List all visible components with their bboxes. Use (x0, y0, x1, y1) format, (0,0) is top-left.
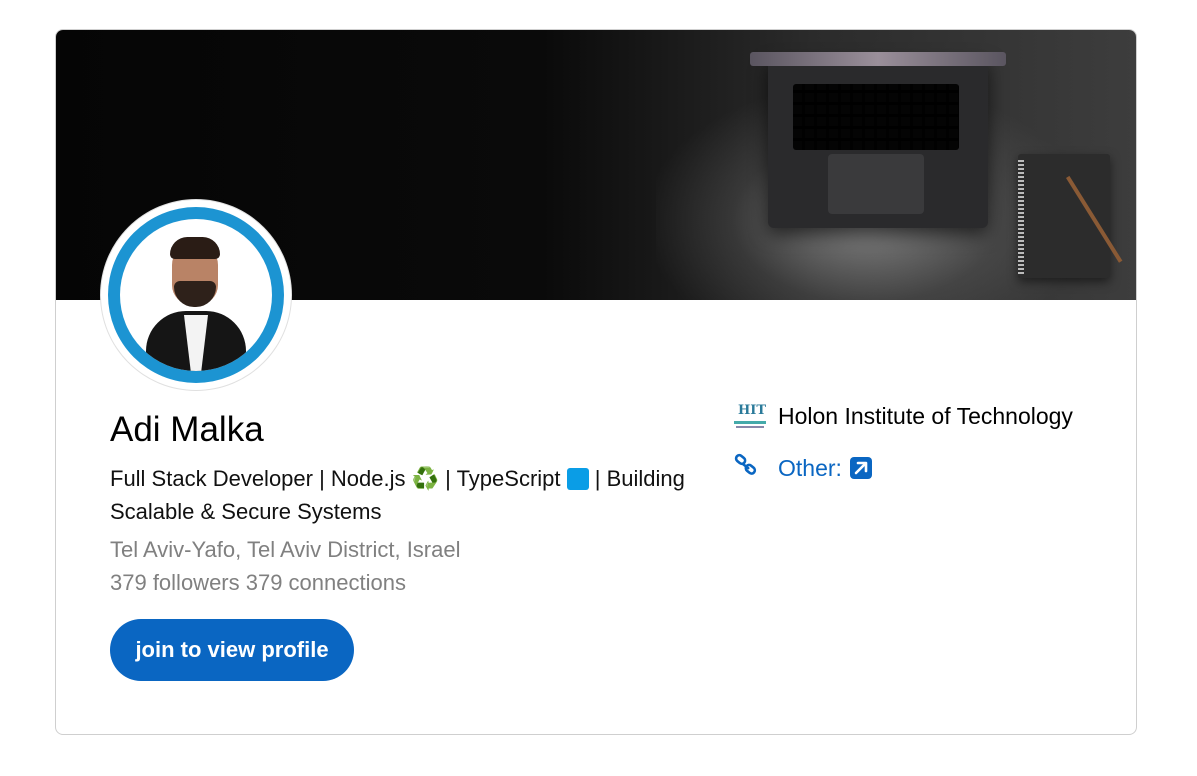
recycle-emoji-icon: ♻️ (411, 466, 440, 491)
other-link-row: Other: (732, 453, 872, 483)
headline-text-part1: Full Stack Developer | Node.js (110, 466, 412, 491)
profile-location: Tel Aviv-Yafo, Tel Aviv District, Israel (110, 537, 461, 562)
blue-square-emoji-icon (566, 468, 589, 490)
link-chain-icon (732, 453, 768, 483)
profile-headline: Full Stack Developer | Node.js ♻️ | Type… (110, 462, 720, 528)
hit-logo-text: HIT (738, 403, 767, 418)
headline-text-part2: | TypeScript (439, 466, 567, 491)
profile-name: Adi Malka (110, 410, 264, 449)
profile-stats: 379 followers 379 connections (110, 570, 406, 595)
laptop-keyboard (793, 84, 959, 150)
avatar-photo (108, 207, 284, 383)
hit-logo-bar (734, 421, 766, 424)
school-name: Holon Institute of Technology (778, 402, 1073, 429)
avatar-hair (170, 237, 220, 259)
avatar (101, 200, 291, 390)
laptop-screen-edge (750, 52, 1006, 66)
other-link[interactable]: Other: (778, 455, 842, 482)
school-link[interactable]: HIT Holon Institute of Technology (732, 402, 1073, 430)
join-to-view-profile-button[interactable]: join to view profile (110, 619, 354, 681)
external-link-icon[interactable] (849, 457, 872, 479)
banner-laptop-image (750, 52, 1006, 228)
notebook-pencil (1066, 175, 1123, 263)
laptop-trackpad (828, 154, 924, 214)
hit-logo-icon: HIT (732, 402, 768, 430)
notebook-spiral (1018, 158, 1024, 274)
avatar-beard (174, 281, 216, 307)
banner-notebook-image (1018, 154, 1123, 278)
avatar-photo-inner (120, 219, 272, 371)
hit-logo-bar-2 (736, 426, 764, 428)
profile-card: Adi Malka Full Stack Developer | Node.js… (55, 29, 1137, 735)
